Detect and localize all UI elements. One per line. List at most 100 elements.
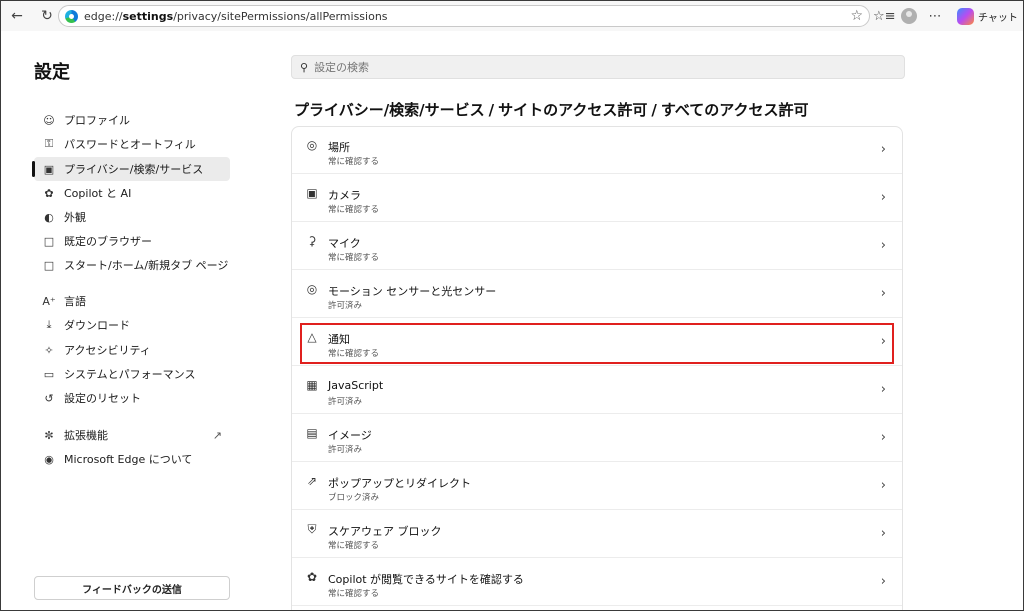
permission-title: ポップアップとリダイレクト bbox=[328, 477, 471, 490]
browser-icon: □ bbox=[43, 234, 55, 248]
permission-status: 許可済み bbox=[328, 397, 363, 407]
chevron-right-icon: › bbox=[880, 478, 886, 493]
chat-label: チャット bbox=[978, 12, 1018, 24]
sidebar-item-label: 既定のブラウザー bbox=[64, 235, 152, 248]
permission-row-notifications[interactable]: △ 通知 常に確認する › bbox=[292, 319, 902, 366]
back-arrow-icon[interactable]: ← bbox=[5, 4, 29, 28]
edge-logo-icon bbox=[65, 9, 78, 23]
browser-toolbar: ← ↻ edge://settings/privacy/sitePermissi… bbox=[1, 1, 1023, 31]
location-icon: ◎ bbox=[306, 138, 318, 152]
sidebar-item-languages[interactable]: A⁺ 言語 bbox=[34, 289, 230, 313]
chevron-right-icon: › bbox=[880, 334, 886, 349]
sidebar-item-label: ダウンロード bbox=[64, 319, 130, 332]
sidebar-item-reset[interactable]: ↺ 設定のリセット bbox=[34, 386, 230, 410]
breadcrumb-all-permissions: すべてのアクセス許可 bbox=[660, 101, 809, 119]
language-icon: A⁺ bbox=[42, 294, 56, 308]
shield-icon: ⛨ bbox=[307, 522, 317, 536]
breadcrumb: プライバシー/検索/サービス / サイトのアクセス許可 / すべてのアクセス許可 bbox=[294, 99, 809, 120]
settings-search-box[interactable]: ⚲ bbox=[291, 55, 905, 79]
more-menu-icon[interactable]: ⋯ bbox=[925, 9, 945, 24]
sidebar-item-copilot[interactable]: ✿ Copilot と AI bbox=[34, 181, 230, 205]
permission-row-location[interactable]: ◎ 場所 常に確認する › bbox=[292, 127, 902, 174]
laptop-icon: ▭ bbox=[43, 367, 55, 381]
copilot-chat-button[interactable]: チャット bbox=[957, 7, 1018, 25]
permission-status: 常に確認する bbox=[328, 349, 380, 359]
permission-title: マイク bbox=[328, 237, 361, 250]
permission-title: JavaScript bbox=[328, 379, 384, 392]
key-icon: ⚿ bbox=[44, 137, 54, 150]
extensions-icon: ✼ bbox=[44, 428, 54, 442]
chevron-right-icon: › bbox=[880, 238, 886, 253]
permissions-list: ◎ 場所 常に確認する › ▣ カメラ 常に確認する › ⚳ マイク 常に確認す… bbox=[291, 126, 903, 610]
sidebar-item-appearance[interactable]: ◐ 外観 bbox=[34, 205, 230, 229]
permission-row-scareware[interactable]: ⛨ スケアウェア ブロック 常に確認する › bbox=[292, 511, 902, 558]
permission-status: 常に確認する bbox=[328, 589, 380, 599]
bell-icon: △ bbox=[307, 330, 317, 344]
chevron-right-icon: › bbox=[880, 430, 886, 445]
sidebar-item-label: Copilot と AI bbox=[64, 187, 132, 200]
permission-row-popups[interactable]: ⇗ ポップアップとリダイレクト ブロック済み › bbox=[292, 463, 902, 510]
permission-title: モーション センサーと光センサー bbox=[328, 285, 497, 298]
breadcrumb-separator: / bbox=[488, 101, 495, 119]
permission-status: 許可済み bbox=[328, 445, 363, 455]
url-path: /privacy/sitePermissions/allPermissions bbox=[173, 9, 388, 23]
permission-status: 許可済み bbox=[328, 301, 363, 311]
address-bar[interactable]: edge://settings/privacy/sitePermissions/… bbox=[58, 5, 870, 27]
favorite-star-icon[interactable]: ☆ bbox=[850, 8, 863, 24]
sidebar-item-default-browser[interactable]: □ 既定のブラウザー bbox=[34, 229, 230, 253]
permission-title: 通知 bbox=[328, 333, 350, 346]
permission-row-copilot[interactable]: ✿ Copilot が閲覧できるサイトを確認する 常に確認する › bbox=[292, 559, 902, 606]
url-host: settings bbox=[122, 9, 174, 23]
permission-status: 常に確認する bbox=[328, 205, 380, 215]
refresh-icon[interactable]: ↻ bbox=[35, 4, 59, 28]
permission-row-images[interactable]: ▤ イメージ 許可済み › bbox=[292, 415, 902, 462]
permission-title: Copilot が閲覧できるサイトを確認する bbox=[328, 573, 524, 586]
breadcrumb-privacy[interactable]: プライバシー/検索/サービス bbox=[294, 101, 485, 119]
permission-row-camera[interactable]: ▣ カメラ 常に確認する › bbox=[292, 175, 902, 222]
copilot-icon: ✿ bbox=[44, 186, 54, 200]
profile-avatar-icon[interactable] bbox=[901, 8, 917, 24]
permission-status: 常に確認する bbox=[328, 541, 380, 551]
sidebar-item-about[interactable]: ◉ Microsoft Edge について bbox=[34, 447, 230, 471]
microphone-icon: ⚳ bbox=[307, 234, 317, 248]
sidebar-item-label: 拡張機能 bbox=[64, 429, 108, 442]
chevron-right-icon: › bbox=[880, 286, 886, 301]
sidebar-item-start-home[interactable]: □ スタート/ホーム/新規タブ ページ bbox=[34, 253, 230, 277]
edge-icon: ◉ bbox=[44, 452, 54, 466]
permission-row-microphone[interactable]: ⚳ マイク 常に確認する › bbox=[292, 223, 902, 270]
sidebar-item-label: Microsoft Edge について bbox=[64, 453, 193, 466]
sidebar-item-profile[interactable]: ☺ プロファイル bbox=[34, 108, 230, 132]
sidebar-item-label: システムとパフォーマンス bbox=[64, 368, 196, 381]
send-feedback-button[interactable]: フィードバックの送信 bbox=[34, 576, 230, 600]
browser-window: ← ↻ edge://settings/privacy/sitePermissi… bbox=[0, 0, 1024, 611]
url-prefix: edge:// bbox=[84, 9, 123, 23]
breadcrumb-site-permissions[interactable]: サイトのアクセス許可 bbox=[498, 101, 647, 119]
sensor-icon: ◎ bbox=[306, 282, 318, 296]
sidebar-item-privacy[interactable]: ▣ プライバシー/検索/サービス bbox=[32, 157, 230, 181]
sidebar-item-label: アクセシビリティ bbox=[64, 344, 151, 357]
permission-row-javascript[interactable]: ▦ JavaScript 許可済み › bbox=[292, 367, 902, 414]
favorites-list-icon[interactable]: ☆≡ bbox=[873, 9, 896, 24]
lock-icon: ▣ bbox=[43, 162, 55, 176]
image-icon: ▤ bbox=[306, 426, 318, 440]
sidebar-item-downloads[interactable]: ⤓ ダウンロード bbox=[34, 313, 230, 337]
sidebar-item-label: パスワードとオートフィル bbox=[64, 138, 196, 151]
sidebar-item-label: 設定のリセット bbox=[64, 392, 141, 405]
copilot-icon: ✿ bbox=[306, 570, 318, 584]
sidebar-item-accessibility[interactable]: ✧ アクセシビリティ bbox=[34, 338, 230, 362]
sidebar-item-passwords[interactable]: ⚿ パスワードとオートフィル bbox=[34, 132, 230, 156]
camera-icon: ▣ bbox=[306, 186, 318, 200]
search-input[interactable] bbox=[314, 60, 875, 74]
copilot-logo-icon bbox=[957, 7, 974, 25]
sidebar-item-extensions[interactable]: ✼ 拡張機能 ↗ bbox=[34, 423, 230, 447]
permission-row-motion-sensors[interactable]: ◎ モーション センサーと光センサー 許可済み › bbox=[292, 271, 902, 318]
sidebar-item-system[interactable]: ▭ システムとパフォーマンス bbox=[34, 362, 230, 386]
sidebar-item-label: プライバシー/検索/サービス bbox=[64, 163, 204, 176]
javascript-icon: ▦ bbox=[306, 378, 318, 392]
external-link-icon: ↗ bbox=[212, 428, 222, 442]
chevron-right-icon: › bbox=[880, 382, 886, 397]
popup-icon: ⇗ bbox=[306, 474, 318, 488]
settings-title: 設定 bbox=[34, 62, 70, 83]
permission-title: カメラ bbox=[328, 189, 361, 202]
palette-icon: ◐ bbox=[44, 210, 54, 224]
